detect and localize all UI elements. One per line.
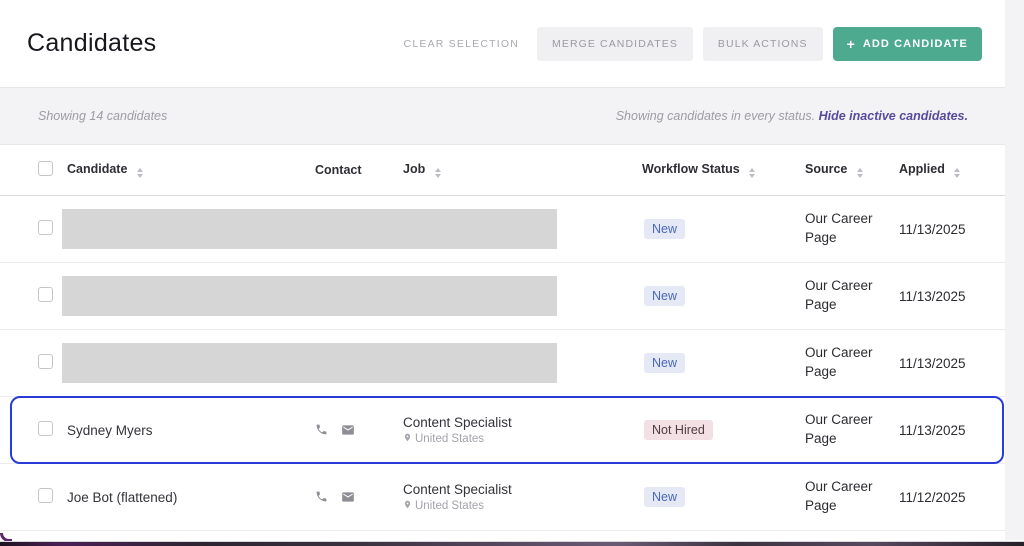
clear-selection-button[interactable]: CLEAR SELECTION: [396, 28, 527, 60]
table-row[interactable]: Sydney Myers Content Specialist United S…: [0, 396, 1005, 464]
sort-icon: [136, 168, 143, 178]
merge-candidates-button[interactable]: MERGE CANDIDATES: [537, 26, 693, 61]
status-badge[interactable]: New: [644, 286, 686, 306]
contact-cell: [307, 490, 403, 504]
row-checkbox[interactable]: [38, 488, 53, 503]
add-candidate-button[interactable]: + ADD CANDIDATE: [832, 26, 982, 61]
phone-icon[interactable]: [315, 490, 328, 504]
row-checkbox[interactable]: [38, 287, 53, 302]
job-cell: Content Specialist United States: [403, 482, 642, 512]
link-suffix: .: [964, 109, 968, 123]
table-row[interactable]: New Our Career Page 11/13/2025: [0, 196, 1005, 263]
status-badge[interactable]: New: [644, 219, 686, 239]
applied-date: 11/13/2025: [899, 422, 966, 438]
page-title: Candidates: [27, 29, 157, 57]
status-badge[interactable]: New: [644, 353, 686, 373]
candidate-name[interactable]: Joe Bot (flattened): [67, 490, 307, 505]
header-actions: CLEAR SELECTION MERGE CANDIDATES BULK AC…: [396, 26, 982, 61]
contact-cell: [307, 423, 403, 437]
job-location: United States: [415, 500, 485, 512]
column-header-candidate[interactable]: Candidate: [67, 162, 307, 178]
email-icon[interactable]: [341, 490, 355, 504]
job-title: Content Specialist: [403, 415, 512, 430]
row-checkbox[interactable]: [38, 354, 53, 369]
candidates-page: Candidates CLEAR SELECTION MERGE CANDIDA…: [0, 0, 1024, 546]
row-checkbox-cell: [38, 421, 67, 439]
table-body: New Our Career Page 11/13/2025 New Our C…: [0, 196, 1005, 531]
bulk-actions-button[interactable]: BULK ACTIONS: [702, 26, 823, 61]
job-location: United States: [415, 433, 485, 445]
status-cell: New: [642, 487, 805, 507]
source-cell: Our Career Page: [805, 278, 873, 312]
location-pin-icon: [403, 433, 412, 445]
column-header-applied[interactable]: Applied: [899, 162, 1005, 178]
redacted-candidate-block: [62, 276, 557, 316]
table-row[interactable]: New Our Career Page 11/13/2025: [0, 263, 1005, 330]
sort-icon: [954, 168, 961, 178]
redacted-candidate-block: [62, 343, 557, 383]
row-checkbox[interactable]: [38, 421, 53, 436]
source-cell: Our Career Page: [805, 412, 873, 446]
column-header-contact: Contact: [315, 163, 362, 177]
email-icon[interactable]: [341, 423, 355, 437]
job-title: Content Specialist: [403, 482, 512, 497]
candidates-table: Candidate Contact Job Workflow Status So…: [0, 145, 1005, 531]
candidate-name[interactable]: Sydney Myers: [67, 423, 307, 438]
sort-icon: [749, 168, 756, 178]
sort-icon: [856, 168, 863, 179]
phone-icon[interactable]: [315, 423, 328, 437]
source-cell: Our Career Page: [805, 479, 873, 513]
select-all-cell: [38, 161, 67, 179]
column-header-workflow-status[interactable]: Workflow Status: [642, 162, 805, 178]
table-row[interactable]: Joe Bot (flattened) Content Specialist U…: [0, 464, 1005, 531]
applied-date: 11/12/2025: [899, 489, 966, 505]
status-cell: New: [642, 353, 805, 373]
page-header: Candidates CLEAR SELECTION MERGE CANDIDA…: [0, 0, 1005, 88]
table-header-row: Candidate Contact Job Workflow Status So…: [0, 145, 1005, 196]
status-cell: New: [642, 286, 805, 306]
add-candidate-label: ADD CANDIDATE: [862, 37, 968, 50]
status-badge[interactable]: Not Hired: [644, 420, 713, 440]
applied-date: 11/13/2025: [899, 221, 966, 237]
plus-icon: +: [846, 35, 856, 52]
applied-date: 11/13/2025: [899, 288, 966, 304]
column-header-job[interactable]: Job: [403, 162, 642, 178]
results-count: Showing 14 candidates: [38, 109, 168, 123]
source-cell: Our Career Page: [805, 211, 873, 245]
applied-date: 11/13/2025: [899, 355, 966, 371]
column-header-source[interactable]: Source: [805, 161, 899, 179]
select-all-checkbox[interactable]: [38, 161, 53, 176]
status-cell: Not Hired: [642, 420, 805, 440]
bottom-edge-strip: [0, 541, 1024, 546]
status-cell: New: [642, 219, 805, 239]
table-row[interactable]: New Our Career Page 11/13/2025: [0, 330, 1005, 397]
row-checkbox[interactable]: [38, 220, 53, 235]
source-cell: Our Career Page: [805, 345, 873, 379]
job-location-row: United States: [403, 500, 642, 512]
status-badge[interactable]: New: [644, 487, 686, 507]
status-filter-text: Showing candidates in every status.: [615, 109, 819, 123]
redacted-candidate-block: [62, 209, 557, 249]
scrollbar-track[interactable]: [1005, 0, 1024, 540]
sort-icon: [434, 168, 441, 178]
job-cell: Content Specialist United States: [403, 415, 642, 445]
hide-inactive-link[interactable]: Hide inactive candidates: [819, 109, 965, 123]
status-filter-summary: Showing candidates in every status. Hide…: [616, 109, 968, 123]
location-pin-icon: [403, 500, 412, 512]
summary-bar: Showing 14 candidates Showing candidates…: [0, 88, 1005, 145]
row-checkbox-cell: [38, 488, 67, 506]
job-location-row: United States: [403, 433, 642, 445]
